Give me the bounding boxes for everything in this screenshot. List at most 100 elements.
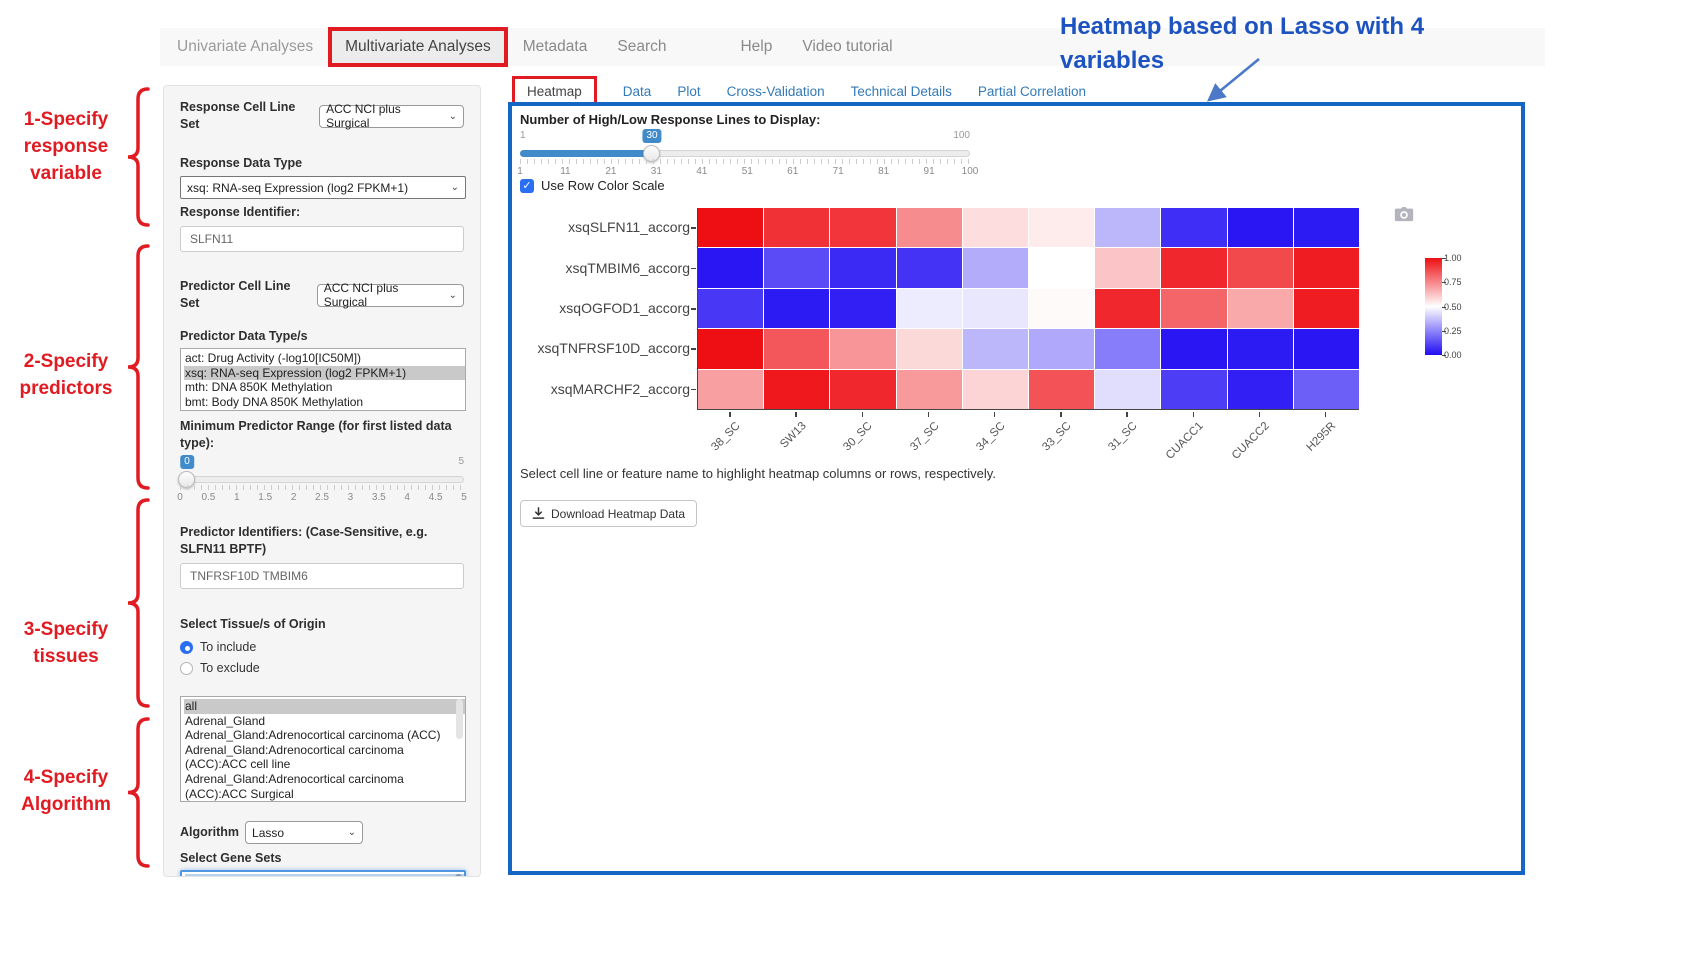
heatmap-cell[interactable]	[764, 248, 829, 287]
heatmap-cell[interactable]	[1029, 248, 1094, 287]
predictor-identifiers-input[interactable]	[180, 563, 464, 589]
heatmap-cell[interactable]	[1228, 329, 1293, 368]
scrollbar-thumb[interactable]	[456, 699, 463, 739]
list-option[interactable]: All Gene Sets	[185, 874, 464, 877]
tab-cross-validation[interactable]: Cross-Validation	[727, 84, 825, 99]
list-option[interactable]: xsq: RNA-seq Expression (log2 FPKM+1)	[184, 366, 465, 381]
heatmap-cell[interactable]	[1161, 208, 1226, 247]
heatmap-cell[interactable]	[1228, 248, 1293, 287]
heatmap-cell[interactable]	[698, 208, 763, 247]
heatmap-col-label[interactable]: 33_SC	[1040, 420, 1073, 453]
predictor-data-type-list[interactable]: act: Drug Activity (-log10[IC50M])xsq: R…	[180, 348, 466, 411]
heatmap-cell[interactable]	[1294, 370, 1359, 409]
heatmap-cell[interactable]	[1095, 370, 1160, 409]
camera-icon[interactable]	[1394, 206, 1414, 223]
tab-plot[interactable]: Plot	[677, 84, 700, 99]
heatmap-row-label[interactable]: xsqSLFN11_accorg	[518, 219, 690, 235]
list-option[interactable]: Adrenal_Gland:Adrenocortical carcinoma (…	[184, 743, 465, 772]
response-data-type-select[interactable]: xsq: RNA-seq Expression (log2 FPKM+1) ⌄	[180, 176, 466, 199]
nav-item-multivariate-analyses[interactable]: Multivariate Analyses	[328, 27, 508, 67]
heatmap-col-label[interactable]: 34_SC	[974, 420, 1007, 453]
heatmap-cell[interactable]	[897, 248, 962, 287]
heatmap-col-label[interactable]: 38_SC	[709, 420, 742, 453]
slider-track[interactable]	[180, 476, 464, 483]
nav-item-search[interactable]: Search	[602, 29, 681, 65]
tissue-radio-to-exclude[interactable]: To exclude	[180, 661, 464, 675]
heatmap-cell[interactable]	[1294, 248, 1359, 287]
heatmap-cell[interactable]	[1029, 208, 1094, 247]
nav-item-video-tutorial[interactable]: Video tutorial	[787, 29, 907, 65]
heatmap-cell[interactable]	[963, 329, 1028, 368]
list-option[interactable]: Adrenal_Gland:Adrenocortical carcinoma (…	[184, 772, 465, 801]
download-heatmap-button[interactable]: Download Heatmap Data	[520, 500, 697, 527]
tissue-radio-to-include[interactable]: To include	[180, 640, 464, 654]
heatmap-cell[interactable]	[963, 289, 1028, 328]
list-option[interactable]: Adrenal_Gland:Adrenocortical carcinoma (…	[184, 728, 465, 743]
heatmap-col-label[interactable]: 31_SC	[1106, 420, 1139, 453]
heatmap-cell[interactable]	[897, 370, 962, 409]
heatmap-cell[interactable]	[963, 248, 1028, 287]
heatmap-cell[interactable]	[1294, 289, 1359, 328]
response-identifier-input[interactable]	[180, 226, 464, 252]
heatmap-cell[interactable]	[1095, 329, 1160, 368]
list-option[interactable]: all	[184, 699, 465, 714]
nav-item-univariate-analyses[interactable]: Univariate Analyses	[162, 29, 328, 65]
heatmap-cell[interactable]	[1228, 289, 1293, 328]
heatmap-cell[interactable]	[1228, 208, 1293, 247]
heatmap-row-label[interactable]: xsqOGFOD1_accorg	[518, 300, 690, 316]
heatmap-row-label[interactable]: xsqTNFRSF10D_accorg	[518, 340, 690, 356]
list-option[interactable]: Adrenal_Gland	[184, 714, 465, 729]
heatmap-cell[interactable]	[897, 329, 962, 368]
heatmap-cell[interactable]	[1095, 248, 1160, 287]
scrollbar-thumb[interactable]	[455, 874, 462, 877]
heatmap-cell[interactable]	[1029, 370, 1094, 409]
heatmap-cell[interactable]	[698, 248, 763, 287]
heatmap-cell[interactable]	[764, 289, 829, 328]
algorithm-select[interactable]: Lasso ⌄	[245, 821, 363, 844]
list-option[interactable]: mth: DNA 850K Methylation	[184, 380, 465, 395]
heatmap-cell[interactable]	[830, 289, 895, 328]
heatmap-cell[interactable]	[1294, 208, 1359, 247]
heatmap-row-label[interactable]: xsqMARCHF2_accorg	[518, 381, 690, 397]
heatmap-col-label[interactable]: 37_SC	[908, 420, 941, 453]
list-option[interactable]: act: Drug Activity (-log10[IC50M])	[184, 351, 465, 366]
heatmap-cell[interactable]	[1161, 289, 1226, 328]
heatmap-cell[interactable]	[1161, 248, 1226, 287]
heatmap-cell[interactable]	[1029, 289, 1094, 328]
nav-item-metadata[interactable]: Metadata	[508, 29, 603, 65]
heatmap-cell[interactable]	[1161, 329, 1226, 368]
heatmap-cell[interactable]	[764, 329, 829, 368]
nav-item-help[interactable]: Help	[725, 29, 787, 65]
heatmap-cell[interactable]	[1095, 289, 1160, 328]
heatmap-cell[interactable]	[1161, 370, 1226, 409]
heatmap-cell[interactable]	[830, 329, 895, 368]
heatmap-cell[interactable]	[764, 208, 829, 247]
gene-set-list[interactable]: All Gene SetsABC transportersApoptosisCe…	[180, 870, 466, 877]
radio-button[interactable]	[180, 641, 193, 654]
heatmap-cell[interactable]	[1294, 329, 1359, 368]
response-cell-line-set-select[interactable]: ACC NCI plus Surgical ⌄	[319, 105, 464, 128]
radio-button[interactable]	[180, 662, 193, 675]
heatmap-cell[interactable]	[963, 208, 1028, 247]
tab-technical-details[interactable]: Technical Details	[851, 84, 952, 99]
heatmap-cell[interactable]	[1228, 370, 1293, 409]
tab-data[interactable]: Data	[623, 84, 652, 99]
tab-partial-correlation[interactable]: Partial Correlation	[978, 84, 1086, 99]
heatmap-cell[interactable]	[897, 208, 962, 247]
heatmap-cell[interactable]	[897, 289, 962, 328]
heatmap-col-label[interactable]: CUACC2	[1230, 420, 1272, 462]
heatmap-row-label[interactable]: xsqTMBIM6_accorg	[518, 260, 690, 276]
heatmap-cell[interactable]	[1095, 208, 1160, 247]
heatmap-col-label[interactable]: CUACC1	[1164, 420, 1206, 462]
heatmap-cell[interactable]	[698, 370, 763, 409]
tissue-list[interactable]: allAdrenal_GlandAdrenal_Gland:Adrenocort…	[180, 696, 466, 802]
heatmap-cell[interactable]	[698, 329, 763, 368]
min-predictor-range-slider[interactable]: 0 5 00.511.522.533.544.55	[180, 476, 464, 512]
heatmap-col-label[interactable]: 30_SC	[842, 420, 875, 453]
heatmap-cell[interactable]	[830, 248, 895, 287]
heatmap-cell[interactable]	[963, 370, 1028, 409]
heatmap-cell[interactable]	[764, 370, 829, 409]
row-color-scale-checkbox[interactable]: ✓ Use Row Color Scale	[520, 178, 665, 193]
list-option[interactable]: bmt: Body DNA 850K Methylation	[184, 395, 465, 410]
heatmap-cell[interactable]	[698, 289, 763, 328]
